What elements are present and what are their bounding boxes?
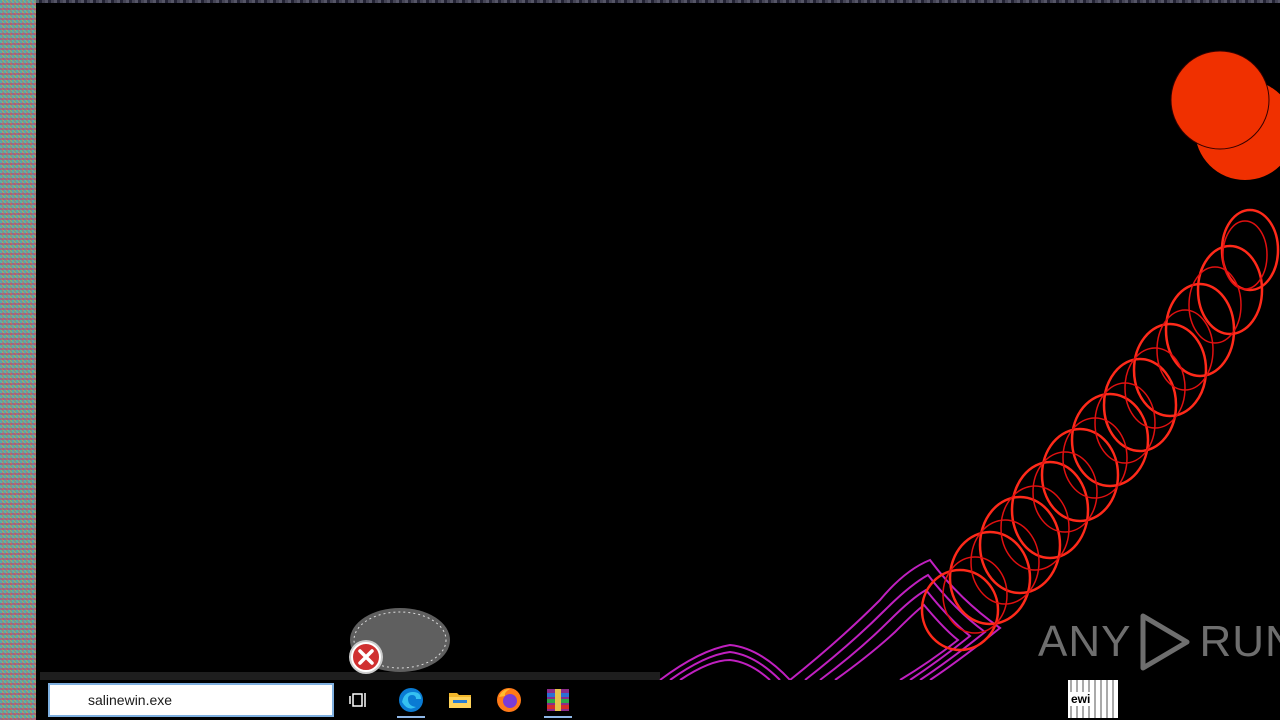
edge-icon bbox=[399, 688, 423, 712]
winrar-icon bbox=[547, 689, 569, 711]
watermark-right-text: RUN bbox=[1199, 617, 1280, 666]
task-view-button[interactable] bbox=[340, 682, 380, 718]
anyrun-watermark: ANY RUN bbox=[1038, 612, 1280, 672]
task-view-icon bbox=[349, 693, 366, 707]
taskbar-search-input[interactable]: salinewin.exe bbox=[48, 683, 334, 717]
file-explorer-button[interactable] bbox=[440, 682, 480, 718]
red-ring-chain-inner bbox=[942, 220, 1268, 634]
winrar-taskbar-button[interactable] bbox=[538, 682, 578, 718]
tray-fragment-text: ewi bbox=[1070, 692, 1092, 706]
error-x-icon[interactable] bbox=[344, 638, 384, 676]
tray-glitch-fragment: ewi bbox=[1068, 680, 1118, 718]
edge-taskbar-button[interactable] bbox=[391, 682, 431, 718]
firefox-taskbar-button[interactable] bbox=[489, 682, 529, 718]
watermark-left-text: ANY bbox=[1038, 617, 1132, 666]
orange-ball-front bbox=[1170, 50, 1270, 150]
play-logo-icon bbox=[1140, 613, 1190, 671]
search-input-value: salinewin.exe bbox=[88, 692, 173, 708]
firefox-icon bbox=[497, 688, 521, 712]
folder-icon bbox=[449, 693, 471, 708]
